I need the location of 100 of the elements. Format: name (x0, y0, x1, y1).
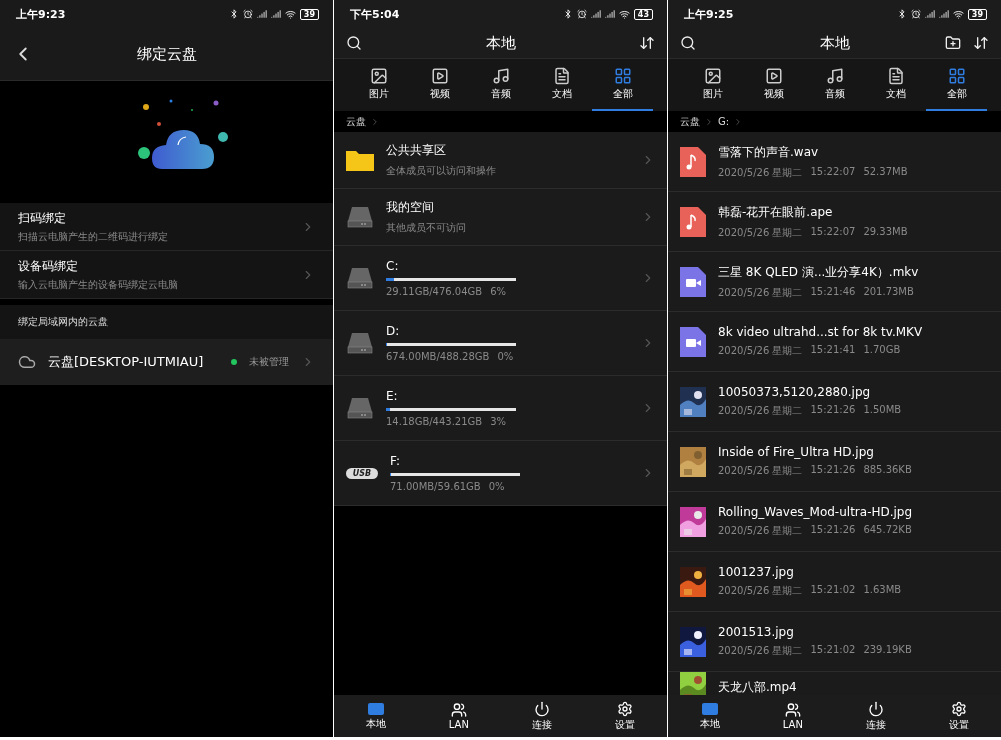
category-tab[interactable]: 音频 (804, 59, 865, 111)
category-tab[interactable]: 视频 (409, 59, 470, 111)
nav-tab[interactable]: 连接 (500, 695, 584, 737)
list-item[interactable]: 雪落下的声音.wav 2020/5/26 星期二 15:22:07 52.37MB (668, 132, 1001, 192)
section-label: 绑定局域网内的云盘 (18, 315, 108, 329)
hard-drive-icon (346, 205, 374, 229)
sort-icon[interactable] (639, 35, 655, 51)
breadcrumb-item[interactable]: 云盘 (680, 114, 700, 129)
item-name: 公共共享区 (386, 142, 447, 159)
search-icon[interactable] (680, 35, 696, 51)
nav-tab[interactable]: 设置 (583, 695, 667, 737)
usb-badge: USB (346, 467, 378, 479)
alarm-icon (910, 9, 921, 19)
storage-usage: 14.18GB/443.21GB (386, 416, 483, 427)
usage-percent: 6% (490, 286, 507, 297)
item-name: 8k video ultrahd...st for 8k tv.MKV (718, 325, 924, 339)
file-date: 2020/5/26 星期二 (718, 285, 803, 300)
hard-drive-icon (346, 331, 374, 355)
image-icon (369, 67, 388, 85)
list-item[interactable]: 三星 8K QLED 演...业分享4K）.mkv 2020/5/26 星期二 15:21:46 201.73MB (668, 252, 1001, 312)
grid-icon (613, 67, 632, 85)
search-icon[interactable] (346, 35, 362, 51)
breadcrumb-item[interactable]: G: (718, 116, 730, 127)
battery-indicator: 39 (299, 8, 319, 20)
item-name: F: (390, 454, 401, 468)
file-time: 15:21:26 (810, 524, 856, 537)
nav-tab[interactable]: 本地 (334, 695, 418, 737)
list-item[interactable]: 天龙八部.mp4 (668, 672, 1001, 695)
bind-option[interactable]: 扫码绑定 扫描云电脑产生的二维码进行绑定 (0, 203, 333, 251)
bluetooth-icon (896, 9, 907, 19)
option-title: 设备码绑定 (18, 257, 79, 275)
file-size: 645.72KB (863, 524, 912, 537)
item-description: 全体成员可以访问和操作 (386, 164, 497, 178)
drive-icon (700, 701, 719, 716)
option-title: 扫码绑定 (18, 209, 67, 227)
list-item[interactable]: USB F: 71.00MB/59.61GB 0% (334, 441, 667, 506)
category-tab[interactable]: 音频 (470, 59, 531, 111)
file-date: 2020/5/26 星期二 (718, 524, 803, 538)
grid-icon (947, 67, 966, 85)
category-tab[interactable]: 图片 (348, 59, 409, 111)
new-folder-icon[interactable] (945, 35, 961, 51)
list-item[interactable]: 韩磊-花开在眼前.ape 2020/5/26 星期二 15:22:07 29.33MB (668, 192, 1001, 252)
item-name: C: (386, 259, 400, 273)
list-item[interactable]: E: 14.18GB/443.21GB 3% (334, 376, 667, 441)
file-date: 2020/5/26 星期二 (718, 464, 803, 478)
chevron-icon (370, 116, 380, 127)
usage-percent: 3% (490, 416, 507, 427)
hard-drive-icon (346, 396, 374, 420)
list-item[interactable]: C: 29.11GB/476.04GB 6% (334, 246, 667, 311)
list-item[interactable]: Rolling_Waves_Mod-ultra-HD.jpg 2020/5/26 星期二 15:21:26 645.72KB (668, 492, 1001, 552)
file-size: 885.36KB (863, 464, 912, 477)
file-time: 15:21:41 (810, 344, 856, 357)
list-item[interactable]: D: 674.00MB/488.28GB 0% (334, 311, 667, 376)
list-item[interactable]: 1001237.jpg 2020/5/26 星期二 15:21:02 1.63MB (668, 552, 1001, 612)
list-item[interactable]: 我的空间 其他成员不可访问 (334, 189, 667, 246)
file-time: 15:21:46 (810, 285, 856, 299)
list-item[interactable]: 公共共享区 全体成员可以访问和操作 (334, 132, 667, 189)
breadcrumb-item[interactable]: 云盘 (346, 114, 366, 129)
nav-tab[interactable]: LAN (751, 695, 835, 737)
category-tab[interactable]: 文档 (865, 59, 926, 111)
bind-option[interactable]: 设备码绑定 输入云电脑产生的设备码绑定云电脑 (0, 251, 333, 299)
device-row[interactable]: 云盘[DESKTOP-IUTMIAU] 未被管理 (0, 339, 333, 385)
play-icon (764, 67, 783, 85)
drive-icon (366, 701, 385, 716)
nav-tab[interactable]: 本地 (668, 695, 752, 737)
video-file-icon (680, 266, 706, 297)
usage-percent: 0% (488, 481, 505, 492)
wifi-icon (284, 8, 296, 20)
file-size: 1.50MB (863, 404, 902, 417)
list-item[interactable]: 8k video ultrahd...st for 8k tv.MKV 2020/5/26 星期二 15:21:41 1.70GB (668, 312, 1001, 372)
category-tab[interactable]: 文档 (531, 59, 592, 111)
file-time: 15:21:02 (810, 584, 856, 597)
list-item[interactable]: Inside of Fire_Ultra HD.jpg 2020/5/26 星期二 15:21:26 885.36KB (668, 432, 1001, 492)
category-tab[interactable]: 视频 (743, 59, 804, 111)
document-icon (552, 67, 571, 85)
battery-indicator: 39 (967, 8, 987, 20)
signal-icon (256, 9, 267, 19)
item-name: 我的空间 (386, 199, 435, 216)
audio-file-icon (680, 206, 706, 237)
list-item[interactable]: 2001513.jpg 2020/5/26 星期二 15:21:02 239.19KB (668, 612, 1001, 672)
signal-icon (924, 9, 935, 19)
item-name: 1001237.jpg (718, 565, 795, 579)
play-icon (430, 67, 449, 85)
device-name: 云盘[DESKTOP-IUTMIAU] (48, 353, 205, 371)
nav-tab[interactable]: 连接 (834, 695, 918, 737)
status-time: 上午9:25 (684, 6, 734, 22)
item-name: Inside of Fire_Ultra HD.jpg (718, 445, 875, 459)
file-size: 1.70GB (863, 344, 901, 357)
alarm-icon (576, 9, 587, 19)
file-time: 15:21:26 (810, 404, 856, 417)
file-date: 2020/5/26 星期二 (718, 344, 803, 358)
nav-tab[interactable]: 设置 (917, 695, 1001, 737)
list-item[interactable]: 10050373,5120,2880.jpg 2020/5/26 星期二 15:21:26 1.50MB (668, 372, 1001, 432)
sort-icon[interactable] (973, 35, 989, 51)
option-subtitle: 扫描云电脑产生的二维码进行绑定 (18, 229, 169, 244)
nav-tab[interactable]: LAN (417, 695, 501, 737)
option-subtitle: 输入云电脑产生的设备码绑定云电脑 (18, 277, 179, 292)
category-tab[interactable]: 图片 (682, 59, 743, 111)
chevron-icon (704, 116, 714, 127)
file-time: 15:22:07 (810, 225, 856, 239)
